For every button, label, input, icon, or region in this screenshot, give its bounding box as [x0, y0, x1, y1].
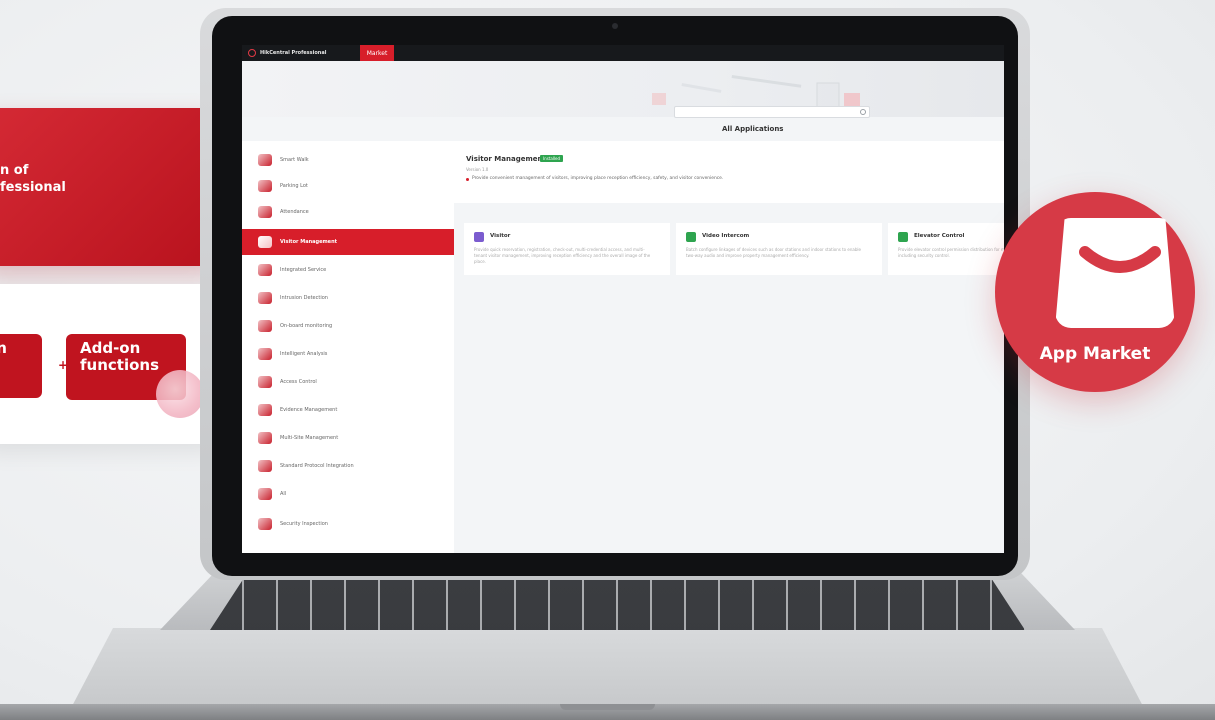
promo-line-1: n of — [0, 163, 29, 178]
sidebar-item-intrusion-detection[interactable]: Intrusion Detection — [242, 285, 454, 311]
addon-pill-line-1: Add-on — [80, 339, 141, 357]
sidebar-item-parking-lot[interactable]: Parking Lot — [242, 173, 454, 199]
main-content: Visitor Management Installed Version 1.0… — [454, 141, 1004, 553]
card-elevator-control[interactable]: Elevator Control Provide elevator contro… — [888, 223, 1004, 275]
multi-site-icon — [258, 432, 272, 444]
sidebar-item-label: Intelligent Analysis — [280, 351, 328, 357]
decorative-bubble — [156, 370, 204, 418]
app-detail-panel: Visitor Management Installed Version 1.0… — [454, 141, 1004, 203]
sidebar-item-label: Security Inspection — [280, 521, 328, 527]
laptop-palmrest — [70, 628, 1145, 710]
intrusion-icon — [258, 292, 272, 304]
app-market-label: App Market — [1039, 344, 1151, 364]
promo-card-white: on + Add-on functions — [0, 284, 221, 444]
sidebar-item-label: Integrated Service — [280, 267, 327, 273]
installed-badge: Installed — [540, 155, 564, 162]
section-title: All Applications — [722, 125, 784, 133]
camera-icon — [612, 23, 618, 29]
sidebar: Smart Walk Parking Lot Attendance Visito… — [242, 141, 454, 553]
card-title: Visitor — [490, 233, 511, 239]
sidebar-item-visitor-management[interactable]: Visitor Management — [242, 229, 454, 255]
attendance-icon — [258, 206, 272, 218]
laptop-notch — [560, 704, 655, 710]
laptop-screen: HikCentral Professional Market All Appli… — [242, 45, 1004, 553]
sidebar-item-label: Intrusion Detection — [280, 295, 328, 301]
sidebar-item-label: Access Control — [280, 379, 317, 385]
app-market-badge: App Market — [995, 192, 1195, 392]
card-title: Video Intercom — [702, 233, 750, 239]
sidebar-item-label: Smart Walk — [280, 157, 309, 163]
logo-icon — [248, 49, 256, 57]
base-pill: on — [0, 334, 42, 398]
sidebar-item-label: All — [280, 491, 287, 497]
sidebar-item-multi-site-management[interactable]: Multi-Site Management — [242, 425, 454, 451]
promo-line-2: fessional — [0, 180, 66, 195]
sidebar-item-intelligent-analysis[interactable]: Intelligent Analysis — [242, 341, 454, 367]
sidebar-item-standard-protocol-integration[interactable]: Standard Protocol Integration — [242, 453, 454, 479]
sidebar-item-label: Evidence Management — [280, 407, 338, 413]
sidebar-item-security-inspection[interactable]: Security Inspection — [242, 511, 454, 537]
app-topbar: HikCentral Professional Market — [242, 45, 1004, 61]
elevator-card-icon — [898, 232, 908, 242]
search-input[interactable] — [674, 106, 870, 118]
sidebar-item-smart-walk[interactable]: Smart Walk — [242, 147, 454, 173]
card-description: Provide elevator control permission dist… — [898, 247, 1004, 258]
base-pill-label: on — [0, 339, 7, 357]
market-banner — [242, 61, 1004, 118]
sidebar-item-access-control[interactable]: Access Control — [242, 369, 454, 395]
visitor-icon — [258, 236, 272, 248]
bullet-icon — [466, 178, 469, 181]
card-video-intercom[interactable]: Video Intercom Batch configure linkages … — [676, 223, 882, 275]
service-icon — [258, 264, 272, 276]
sidebar-item-label: Multi-Site Management — [280, 435, 339, 441]
sidebar-item-label: Attendance — [280, 209, 309, 215]
all-icon — [258, 488, 272, 500]
parking-icon — [258, 180, 272, 192]
analysis-icon — [258, 348, 272, 360]
sidebar-item-attendance[interactable]: Attendance — [242, 199, 454, 225]
promo-text: n of fessional — [0, 162, 66, 196]
access-icon — [258, 376, 272, 388]
sidebar-item-label: On-board monitoring — [280, 323, 333, 329]
visitor-card-icon — [474, 232, 484, 242]
monitoring-icon — [258, 320, 272, 332]
sidebar-item-integrated-service[interactable]: Integrated Service — [242, 257, 454, 283]
protocol-icon — [258, 460, 272, 472]
sidebar-item-evidence-management[interactable]: Evidence Management — [242, 397, 454, 423]
promo-card-red: n of fessional — [0, 108, 221, 266]
detail-title: Visitor Management — [466, 155, 546, 163]
tab-market[interactable]: Market — [360, 45, 394, 61]
app-title: HikCentral Professional — [260, 50, 327, 56]
smart-walk-icon — [258, 154, 272, 166]
evidence-icon — [258, 404, 272, 416]
search-icon[interactable] — [860, 109, 866, 115]
card-title: Elevator Control — [914, 233, 965, 239]
sidebar-item-label: Standard Protocol Integration — [280, 463, 354, 469]
inspection-icon — [258, 518, 272, 530]
sidebar-item-label: Parking Lot — [280, 183, 308, 189]
detail-description: Provide convenient management of visitor… — [472, 176, 724, 181]
intercom-card-icon — [686, 232, 696, 242]
addon-pill-line-2: functions — [80, 356, 159, 374]
card-description: Batch configure linkages of devices such… — [686, 247, 861, 258]
laptop-keyboard — [210, 580, 1025, 630]
card-description: Provide quick reservation, registration,… — [474, 247, 651, 264]
version-text: Version 1.0 — [466, 167, 489, 172]
sidebar-item-all[interactable]: All — [242, 481, 454, 507]
smile-icon — [1079, 246, 1161, 273]
sidebar-item-on-board-monitoring[interactable]: On-board monitoring — [242, 313, 454, 339]
card-visitor[interactable]: Visitor Provide quick reservation, regis… — [464, 223, 670, 275]
sidebar-item-label: Visitor Management — [280, 239, 338, 245]
